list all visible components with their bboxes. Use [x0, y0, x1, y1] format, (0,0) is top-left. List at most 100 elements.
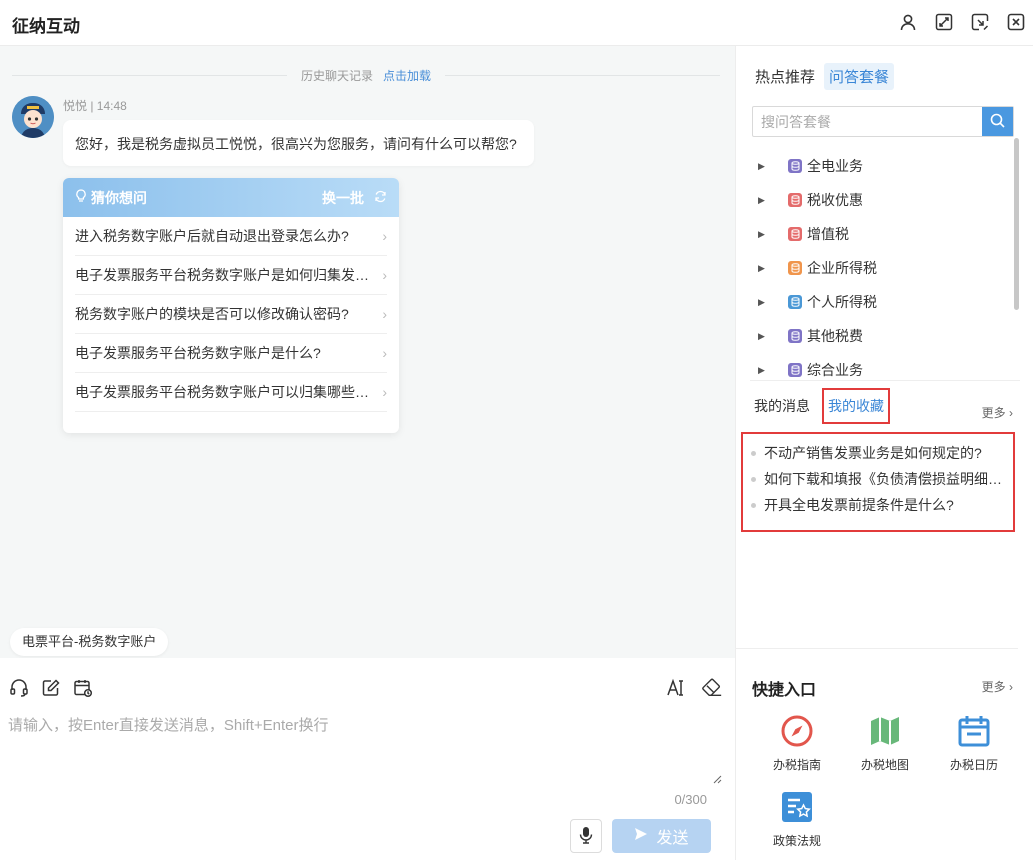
tab-hot-recommend[interactable]: 热点推荐 [750, 63, 820, 90]
divider [445, 74, 720, 76]
database-icon [788, 329, 802, 343]
refresh-suggestions-button[interactable]: 换一批 [322, 188, 387, 208]
composer-tools-left [8, 677, 94, 699]
tree-item[interactable]: ▶ 增值税 [758, 217, 1008, 251]
suggested-question[interactable]: 电子发票服务平台税务数字账户是什么? › [75, 334, 387, 373]
bullet [751, 502, 756, 508]
quick-tax-guide[interactable]: 办税指南 [752, 714, 842, 773]
tree-item[interactable]: ▶ 其他税费 [758, 319, 1008, 353]
scrollbar-thumb[interactable] [1014, 138, 1019, 310]
eraser-icon[interactable] [701, 677, 723, 699]
app-title: 征纳互动 [12, 17, 80, 36]
caret-right-icon[interactable]: ▶ [758, 365, 774, 376]
quick-tax-map-label: 办税地图 [860, 758, 909, 772]
lightbulb-icon [75, 189, 87, 206]
divider [12, 74, 287, 76]
chevron-right-icon: › [382, 384, 387, 400]
tree-item-label: 其他税费 [807, 328, 863, 344]
headset-icon[interactable] [8, 677, 30, 699]
suggested-questions-list: 进入税务数字账户后就自动退出登录怎么办? › 电子发票服务平台税务数字账户是如何归… [63, 217, 399, 412]
tree-item[interactable]: ▶ 税收优惠 [758, 183, 1008, 217]
refresh-label: 换一批 [322, 189, 364, 206]
tree-scrollbar[interactable] [1014, 138, 1019, 388]
message-input[interactable] [8, 714, 724, 788]
topic-chip[interactable]: 电票平台-税务数字账户 [10, 628, 169, 656]
send-icon [634, 827, 648, 846]
message-bubble: 您好，我是税务虚拟员工悦悦，很高兴为您服务，请问有什么可以帮您? [63, 120, 534, 166]
caret-right-icon[interactable]: ▶ [758, 263, 774, 274]
suggested-question[interactable]: 税务数字账户的模块是否可以修改确认密码? › [75, 295, 387, 334]
chevron-right-icon: › [382, 345, 387, 361]
resize-handle-icon[interactable] [712, 774, 722, 784]
tree-item[interactable]: ▶ 综合业务 [758, 353, 1008, 387]
tree-item-label: 个人所得税 [807, 294, 877, 310]
tree-item-label: 综合业务 [807, 362, 863, 378]
quick-tax-calendar[interactable]: 办税日历 [929, 714, 1019, 773]
caret-right-icon[interactable]: ▶ [758, 229, 774, 240]
calendar-clock-icon[interactable] [72, 677, 94, 699]
quick-access-more-link[interactable]: 更多 › [982, 678, 1013, 695]
quick-policy[interactable]: 政策法规 [752, 790, 842, 849]
side-tabs: 热点推荐 问答套餐 [750, 63, 895, 90]
map-icon [868, 714, 902, 748]
maximize-icon[interactable] [933, 11, 955, 33]
send-label: 发送 [656, 830, 689, 847]
quick-policy-label: 政策法规 [772, 834, 821, 848]
app-header: 征纳互动 [0, 0, 1033, 46]
divider [750, 380, 1020, 381]
favorites-more-link[interactable]: 更多 › [982, 404, 1013, 421]
font-size-icon[interactable] [665, 677, 687, 699]
caret-right-icon[interactable]: ▶ [758, 161, 774, 172]
tree-item-label: 增值税 [807, 226, 849, 242]
quick-tax-calendar-label: 办税日历 [949, 758, 998, 772]
tree-item[interactable]: ▶ 全电业务 [758, 149, 1008, 183]
qa-category-tree: ▶ 全电业务 ▶ 税收优惠 ▶ 增值税 ▶ 企业所得税 ▶ 个人所得税 ▶ 其他税费 ▶ 综合业务 [758, 149, 1008, 387]
tree-item[interactable]: ▶ 个人所得税 [758, 285, 1008, 319]
load-history-link[interactable]: 点击加载 [383, 67, 445, 84]
chat-panel: 历史聊天记录 点击加载 悦悦 | 14:48 您好，我是税务虚拟员工悦悦，很高兴… [0, 46, 735, 658]
suggested-questions-header: 猜你想问 换一批 [63, 178, 399, 217]
suggested-questions-card: 猜你想问 换一批 进入税务数字账户后就自动退出登录怎么办? › 电子发票服务平台税… [63, 178, 399, 433]
tree-item[interactable]: ▶ 企业所得税 [758, 251, 1008, 285]
suggested-questions-title: 猜你想问 [91, 189, 147, 206]
policy-book-icon [780, 790, 814, 824]
database-icon [788, 159, 802, 173]
caret-right-icon[interactable]: ▶ [758, 297, 774, 308]
suggested-question[interactable]: 电子发票服务平台税务数字账户是如何归集发票的? › [75, 256, 387, 295]
tab-my-messages[interactable]: 我的消息 [750, 388, 814, 424]
favorite-item[interactable]: 如何下载和填报《负债清偿损益明细表》? [751, 466, 1007, 492]
tab-my-favorites[interactable]: 我的收藏 [822, 388, 890, 424]
chevron-right-icon: › [382, 228, 387, 244]
user-icon[interactable] [897, 11, 919, 33]
minimize-window-icon[interactable] [969, 11, 991, 33]
side-panel: 热点推荐 问答套餐 ▶ 全电业务 ▶ 税收优惠 ▶ 增值税 ▶ 企业所得税 ▶ 个人所得税 ▶ 其他税… [735, 46, 1033, 860]
qa-search [752, 106, 1014, 137]
favorites-list: 不动产销售发票业务是如何规定的? 如何下载和填报《负债清偿损益明细表》? 开具全… [741, 432, 1015, 532]
send-button[interactable]: 发送 [612, 819, 711, 853]
database-icon [788, 295, 802, 309]
edit-icon[interactable] [40, 677, 62, 699]
quick-tax-guide-label: 办税指南 [772, 758, 821, 772]
search-button[interactable] [982, 107, 1013, 136]
tree-item-label: 全电业务 [807, 158, 863, 174]
close-icon[interactable] [1005, 11, 1027, 33]
suggested-question[interactable]: 电子发票服务平台税务数字账户可以归集哪些发票? › [75, 373, 387, 412]
history-bar: 历史聊天记录 点击加载 [12, 67, 720, 84]
message-sender: 悦悦 | 14:48 [63, 99, 127, 113]
favorite-item[interactable]: 不动产销售发票业务是如何规定的? [751, 440, 1007, 466]
voice-input-button[interactable] [570, 819, 602, 853]
chevron-right-icon: › [1009, 406, 1013, 420]
chevron-right-icon: › [382, 306, 387, 322]
caret-right-icon[interactable]: ▶ [758, 331, 774, 342]
search-icon [990, 113, 1005, 131]
header-actions [897, 11, 1027, 33]
tab-qa-packages[interactable]: 问答套餐 [824, 63, 895, 90]
chevron-right-icon: › [1009, 680, 1013, 694]
database-icon [788, 261, 802, 275]
favorite-item[interactable]: 开具全电发票前提条件是什么? [751, 492, 1007, 518]
suggested-question[interactable]: 进入税务数字账户后就自动退出登录怎么办? › [75, 217, 387, 256]
quick-tax-map[interactable]: 办税地图 [840, 714, 930, 773]
refresh-icon [374, 190, 387, 206]
caret-right-icon[interactable]: ▶ [758, 195, 774, 206]
qa-search-input[interactable] [753, 107, 982, 136]
